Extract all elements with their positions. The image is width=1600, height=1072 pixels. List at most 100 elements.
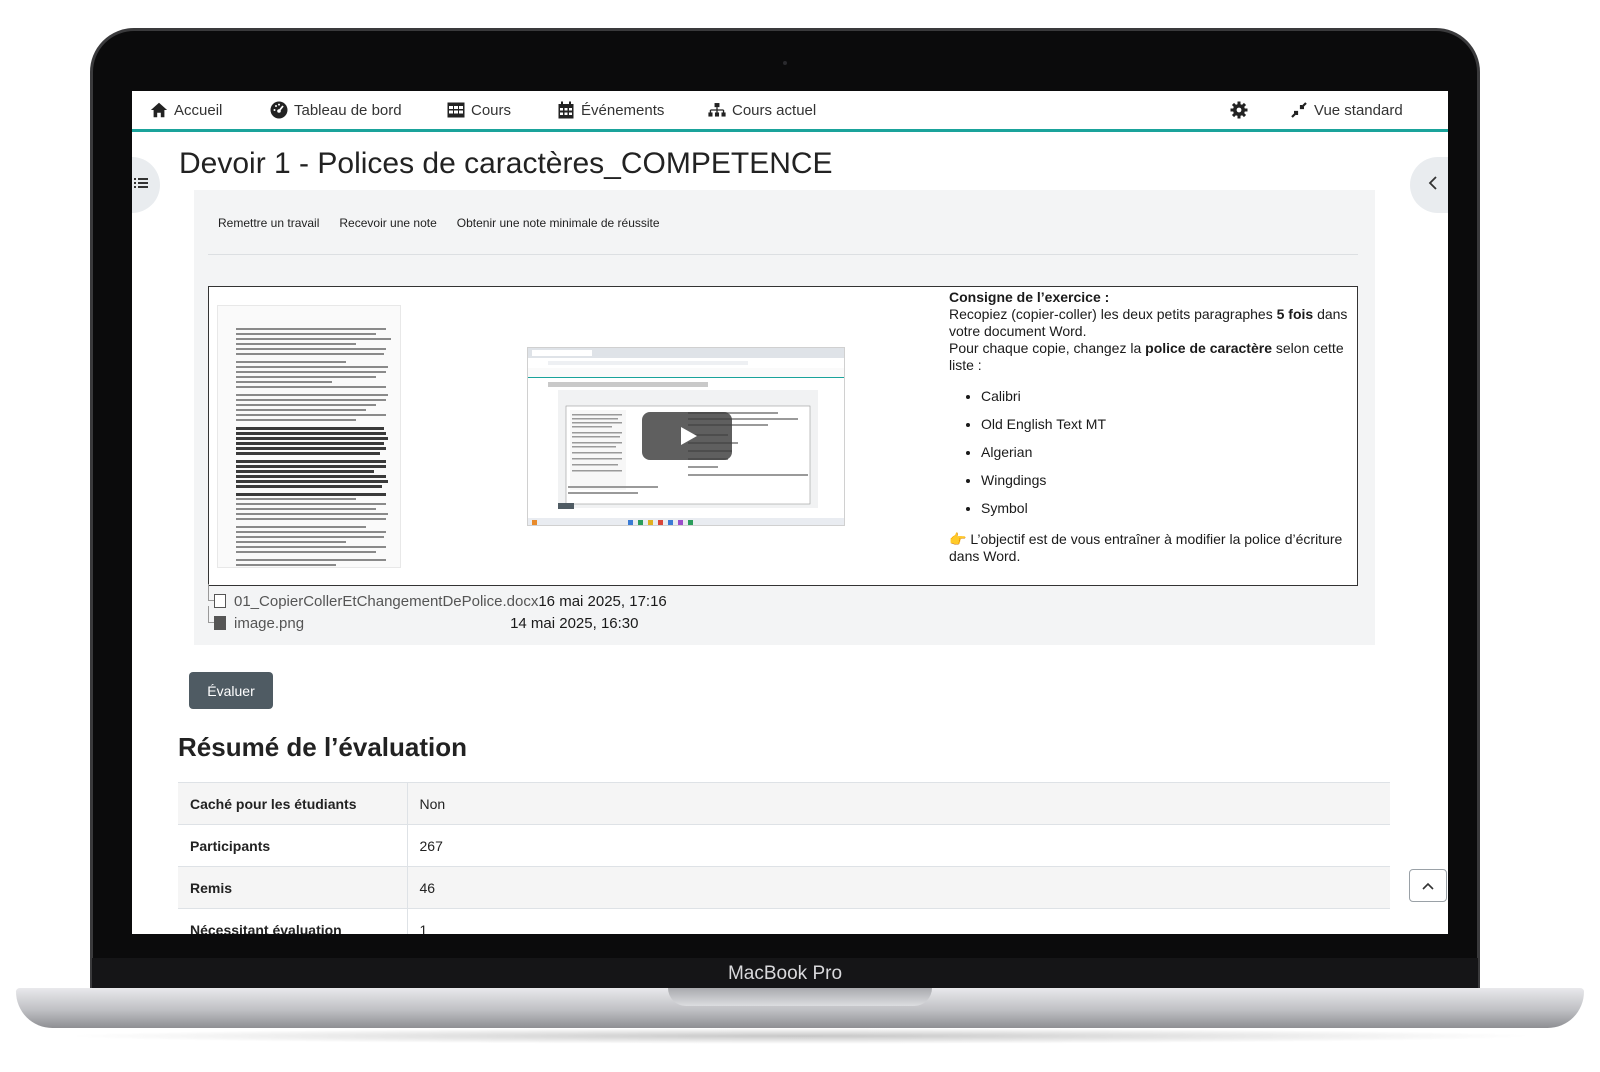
- nav-events-label: Événements: [581, 101, 665, 119]
- video-preview[interactable]: [527, 347, 845, 526]
- document-text-line: [236, 485, 382, 488]
- nav-current-course[interactable]: Cours actuel: [708, 91, 816, 129]
- nav-courses-label: Cours: [471, 101, 512, 119]
- instructions-paragraph-2: Pour chaque copie, changez la police de …: [949, 340, 1351, 374]
- row-value: 267: [407, 824, 1390, 867]
- document-text-line: [236, 508, 376, 510]
- list-item: Old English Text MT: [981, 416, 1351, 433]
- screen: Accueil Tableau de bord Cours Événements…: [132, 91, 1448, 934]
- document-text-line: [236, 427, 384, 430]
- document-text-line: [236, 551, 376, 553]
- row-label: Nécessitant évaluation: [178, 908, 408, 934]
- file-row: image.png 14 mai 2025, 16:30: [208, 606, 667, 634]
- chevron-up-icon: [1422, 877, 1434, 895]
- document-text-line: [236, 531, 386, 533]
- laptop-chin: MacBook Pro: [92, 958, 1478, 990]
- document-text-line: [236, 442, 384, 445]
- document-text-line: [236, 546, 386, 548]
- document-text-line: [236, 371, 386, 373]
- dashboard-icon: [270, 101, 288, 119]
- nav-events[interactable]: Événements: [557, 91, 664, 129]
- gear-icon: [1230, 101, 1248, 119]
- document-text-line: [236, 465, 386, 468]
- nav-home[interactable]: Accueil: [150, 91, 222, 129]
- document-text-line: [236, 526, 366, 528]
- settings-button[interactable]: [1230, 91, 1248, 129]
- document-text-line: [236, 338, 391, 340]
- list-item: Wingdings: [981, 472, 1351, 489]
- document-text-line: [236, 564, 336, 566]
- table-row: Participants 267: [178, 824, 1390, 867]
- document-text-line: [236, 399, 386, 401]
- nav-courses[interactable]: Cours: [447, 91, 511, 129]
- document-text-line: [236, 381, 332, 383]
- top-navbar: Accueil Tableau de bord Cours Événements…: [132, 91, 1448, 132]
- file-link[interactable]: 01_CopierCollerEtChangementDePolice.docx: [234, 593, 538, 610]
- document-text-line: [236, 452, 380, 455]
- divider: [208, 254, 1358, 255]
- nav-dashboard[interactable]: Tableau de bord: [270, 91, 402, 129]
- laptop-shadow: [60, 1028, 1540, 1044]
- completion-item: Remettre un travail: [218, 216, 320, 230]
- play-button[interactable]: [642, 412, 732, 460]
- document-text-line: [236, 343, 356, 345]
- assignment-intro: Consigne de l’exercice : Recopiez (copie…: [208, 286, 1358, 586]
- document-text-line: [236, 470, 374, 473]
- document-text-line: [236, 333, 376, 335]
- document-text-line: [236, 353, 384, 355]
- list-item: Symbol: [981, 500, 1351, 517]
- document-text-line: [236, 386, 386, 388]
- table-row: Nécessitant évaluation 1: [178, 908, 1390, 934]
- document-text-line: [236, 432, 386, 435]
- page-title: Devoir 1 - Polices de caractères_COMPETE…: [179, 147, 833, 180]
- row-label: Caché pour les étudiants: [178, 782, 408, 825]
- sitemap-icon: [708, 101, 726, 119]
- list-icon: [134, 176, 148, 194]
- summary-title: Résumé de l’évaluation: [178, 732, 467, 762]
- document-text-line: [236, 328, 386, 330]
- document-text-line: [236, 493, 386, 496]
- view-mode-button[interactable]: Vue standard: [1290, 91, 1403, 129]
- document-text-line: [236, 366, 388, 368]
- nav-dashboard-label: Tableau de bord: [294, 101, 402, 119]
- completion-requirements: Remettre un travail Recevoir une note Ob…: [218, 216, 660, 230]
- view-mode-label: Vue standard: [1314, 101, 1403, 119]
- file-tree: 01_CopierCollerEtChangementDePolice.docx…: [208, 584, 667, 634]
- instructions-heading: Consigne de l’exercice :: [949, 289, 1110, 305]
- document-text-line: [236, 414, 386, 416]
- document-text-line: [236, 475, 386, 478]
- completion-item: Obtenir une note minimale de réussite: [456, 216, 660, 230]
- row-label: Participants: [178, 824, 408, 867]
- instructions-text: Recopiez (copier-coller) les deux petits…: [949, 306, 1277, 322]
- pointing-hand-icon: 👉: [949, 531, 967, 547]
- document-text-line: [236, 513, 388, 515]
- file-link[interactable]: image.png: [234, 615, 304, 632]
- instructions: Consigne de l’exercice : Recopiez (copie…: [949, 289, 1351, 565]
- grade-button[interactable]: Évaluer: [189, 672, 273, 709]
- row-value: 1: [407, 908, 1390, 934]
- instructions-text: L’objectif est de vous entraîner à modif…: [949, 531, 1343, 564]
- document-text-line: [236, 437, 388, 440]
- row-value: Non: [407, 782, 1390, 825]
- calendar-icon: [557, 101, 575, 119]
- table-icon: [447, 101, 465, 119]
- file-date: 16 mai 2025, 17:16: [538, 592, 667, 610]
- document-text-line: [236, 376, 376, 378]
- compress-icon: [1290, 101, 1308, 119]
- document-text-line: [236, 447, 386, 450]
- image-file-icon: [214, 616, 226, 630]
- document-text-line: [236, 361, 346, 363]
- document-text-line: [236, 503, 386, 505]
- document-text-line: [236, 559, 386, 561]
- document-text-line: [236, 536, 384, 538]
- document-text-line: [236, 409, 366, 411]
- grading-summary-table: Caché pour les étudiants Non Participant…: [178, 782, 1390, 934]
- file-row: 01_CopierCollerEtChangementDePolice.docx…: [208, 584, 667, 612]
- block-drawer-toggle[interactable]: [1410, 157, 1448, 213]
- course-index-toggle[interactable]: [132, 157, 160, 213]
- row-value: 46: [407, 866, 1390, 909]
- back-to-top-button[interactable]: [1409, 869, 1447, 902]
- chevron-left-icon: [1428, 175, 1438, 195]
- instructions-text: Pour chaque copie, changez la: [949, 340, 1146, 356]
- list-item: Calibri: [981, 388, 1351, 405]
